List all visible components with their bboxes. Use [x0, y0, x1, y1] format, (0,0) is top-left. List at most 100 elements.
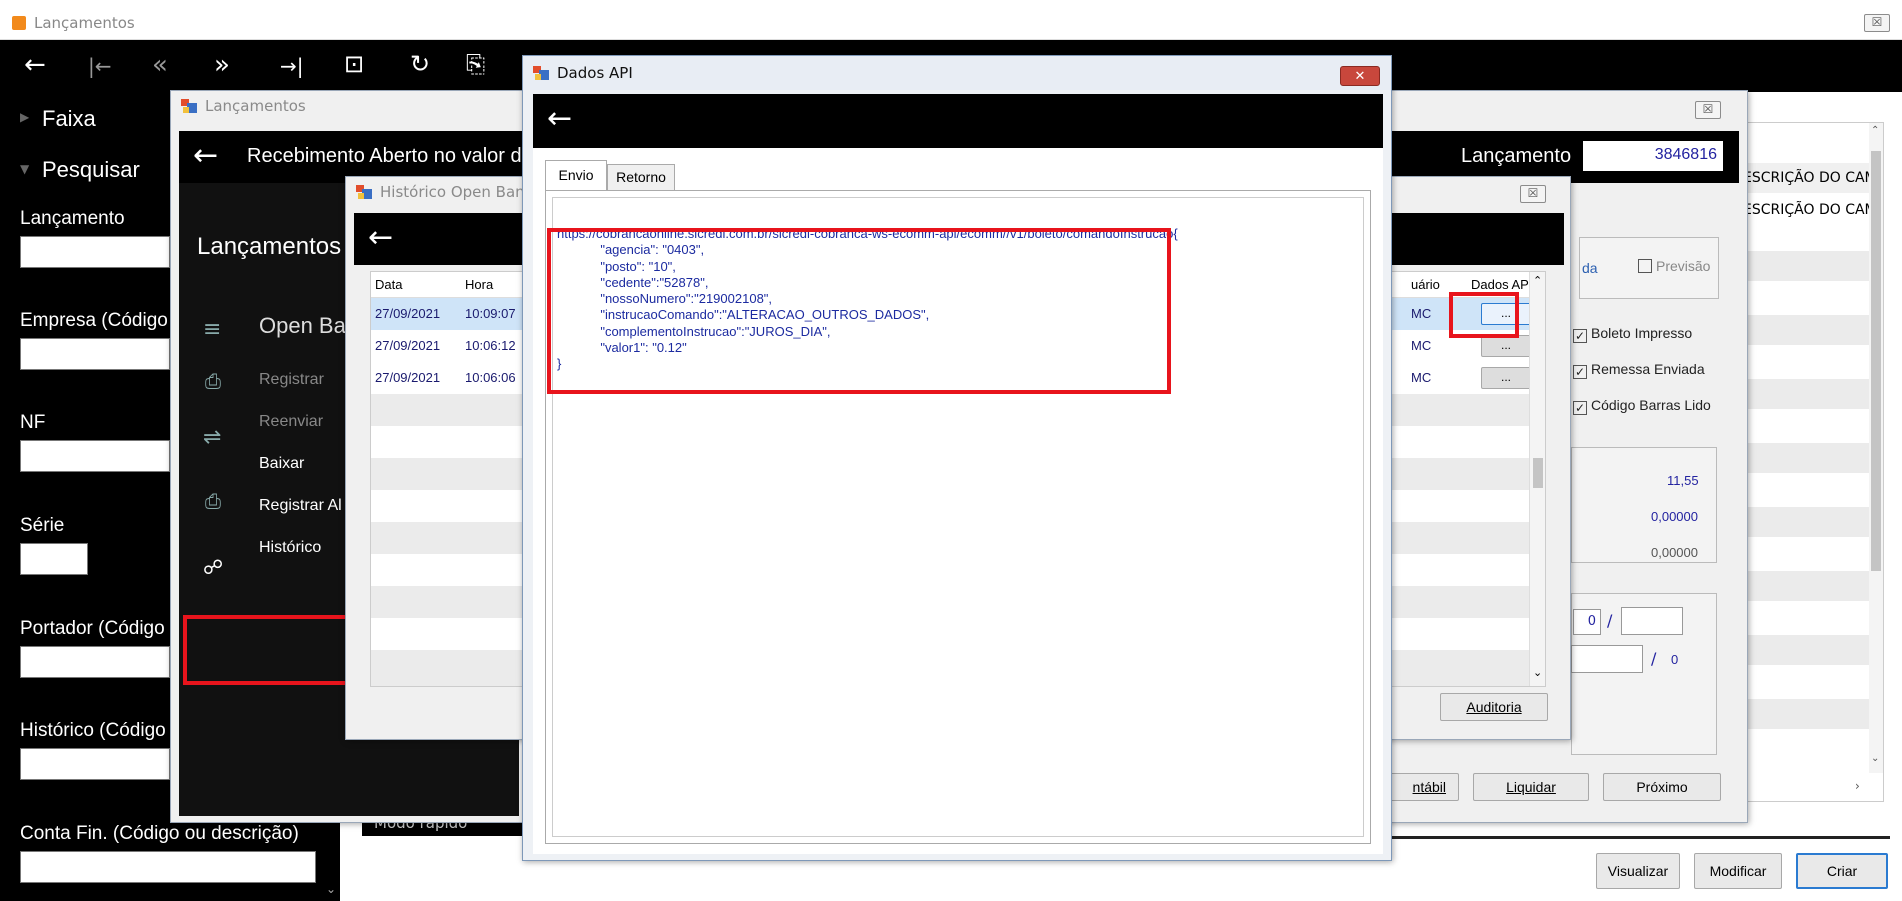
boleto-impresso-checkbox[interactable]: ✓ Boleto Impresso [1573, 325, 1692, 343]
codigo-checkbox-box[interactable]: ✓ [1573, 401, 1587, 415]
tab-retorno[interactable]: Retorno [607, 164, 675, 190]
criar-button[interactable]: Criar [1796, 853, 1888, 889]
main-close-button[interactable]: ☒ [1864, 14, 1890, 32]
grid-stripe [1743, 251, 1871, 281]
previsao-checkbox-box[interactable] [1638, 259, 1652, 273]
modificar-button[interactable]: Modificar [1694, 853, 1782, 889]
menu-registrar-alt[interactable]: Registrar Al [259, 497, 349, 515]
historico-back-icon[interactable]: ← [368, 223, 393, 253]
lancamentos-header-text: Recebimento Aberto no valor d [247, 145, 522, 167]
window-app-icon [533, 66, 549, 80]
scroll-down-icon[interactable]: ⌄ [1533, 666, 1542, 679]
pesquisar-expander[interactable]: ▼ [20, 162, 29, 176]
scroll-thumb[interactable] [1533, 458, 1543, 488]
conta-fin-search-input[interactable] [20, 851, 316, 883]
faixa-label[interactable]: Faixa [42, 106, 96, 132]
scroll-right-icon[interactable]: › [1855, 779, 1860, 793]
scroll-up-icon[interactable]: ⌃ [1533, 274, 1542, 287]
menu-hamburger-icon[interactable]: ≡ [203, 317, 221, 342]
aux-input[interactable] [1571, 645, 1643, 673]
slash-1: / [1607, 611, 1613, 630]
menu-baixar[interactable]: Baixar [259, 455, 304, 473]
grid-stripe [1743, 507, 1871, 537]
first-record-icon[interactable]: |← [88, 54, 112, 78]
dados-api-close-button[interactable]: ✕ [1340, 66, 1380, 86]
historico-search-label: Histórico (Código [20, 720, 166, 741]
previsao-label: Previsão [1656, 258, 1711, 274]
last-record-icon[interactable]: →| [280, 54, 304, 78]
empresa-label: Empresa (Código [20, 310, 168, 331]
col-usuario[interactable]: uário [1411, 277, 1440, 292]
lancamentos-back-icon[interactable]: ← [193, 141, 218, 171]
lancamentos-close-button[interactable]: ☒ [1695, 101, 1721, 119]
pesquisar-label[interactable]: Pesquisar [42, 157, 140, 183]
menu-reenviar[interactable]: Reenviar [259, 413, 323, 431]
results-grid: ESCRIÇÃO DO CAM ESCRIÇÃO DO CAM ⌃ ⌄ › [1742, 122, 1884, 802]
undo-list-icon[interactable]: ⎘ [466, 50, 485, 78]
previous-record-icon[interactable]: « [152, 50, 168, 80]
auditoria-button[interactable]: Auditoria [1440, 693, 1548, 721]
row-data: 27/09/2021 [375, 306, 441, 321]
installment-total-input[interactable] [1621, 607, 1683, 635]
remessa-enviada-checkbox[interactable]: ✓ Remessa Enviada [1573, 361, 1705, 379]
dados-api-body: Envio Retorno https://cobrancaonline.sic… [533, 148, 1383, 854]
menu-open-banking[interactable]: Open Ba [259, 313, 346, 339]
scroll-thumb[interactable] [1871, 151, 1881, 571]
dados-api-titlebar: Dados API [523, 56, 1391, 90]
remessa-label: Remessa Enviada [1591, 361, 1705, 377]
col-hora[interactable]: Hora [465, 277, 493, 292]
next-record-icon[interactable]: » [214, 50, 230, 80]
refresh-icon[interactable]: ↻ [410, 50, 430, 78]
visualizar-button[interactable]: Visualizar [1596, 853, 1680, 889]
row-user: MC [1411, 306, 1432, 321]
row-data: 27/09/2021 [375, 338, 441, 353]
value-2: 0,00000 [1651, 509, 1698, 524]
window-app-icon [356, 185, 372, 199]
menu-panel-title: Lançamentos [197, 233, 342, 260]
dados-api-back-icon[interactable]: ← [547, 104, 572, 134]
historico-search-input[interactable] [20, 748, 170, 780]
empresa-search-input[interactable] [20, 338, 170, 370]
previsao-checkbox[interactable]: Previsão [1638, 258, 1710, 274]
col-dados-api[interactable]: Dados API [1471, 277, 1532, 292]
faixa-expander[interactable]: ▶ [20, 110, 29, 124]
sidebar-scroll-down-icon[interactable]: ⌄ [326, 882, 336, 896]
slash-2: / [1651, 649, 1657, 668]
liquidar-button[interactable]: Liquidar [1473, 773, 1589, 801]
menu-registrar[interactable]: Registrar [259, 371, 324, 389]
aux-value: 0 [1671, 652, 1679, 667]
dados-api-button[interactable]: ... [1481, 335, 1531, 357]
menu-historico[interactable]: Histórico [259, 539, 321, 557]
back-arrow-icon[interactable]: ← [24, 50, 46, 80]
row-hora: 10:06:12 [465, 338, 516, 353]
nf-search-input[interactable] [20, 440, 170, 472]
historico-close-button[interactable]: ☒ [1520, 185, 1546, 203]
lancamento-value-input[interactable]: 3846816 [1583, 141, 1723, 171]
scroll-up-icon[interactable]: ⌃ [1871, 125, 1879, 136]
installment-current-input[interactable]: 0 [1573, 609, 1601, 635]
historico-scrollbar[interactable]: ⌃ ⌄ [1529, 272, 1545, 686]
tab-envio[interactable]: Envio [545, 160, 607, 190]
proximo-button[interactable]: Próximo [1603, 773, 1721, 801]
dados-api-window: Dados API ✕ ← Envio Retorno https://cobr… [522, 55, 1392, 861]
col-data[interactable]: Data [375, 277, 402, 292]
history-graph-icon: ☍ [203, 555, 224, 579]
lancamento-search-input[interactable] [20, 236, 170, 268]
remessa-checkbox-box[interactable]: ✓ [1573, 365, 1587, 379]
grid-vertical-scrollbar[interactable]: ⌃ ⌄ [1869, 123, 1883, 773]
portador-search-input[interactable] [20, 646, 170, 678]
boleto-checkbox-box[interactable]: ✓ [1573, 329, 1587, 343]
view-icon[interactable]: ⊡ [344, 50, 364, 78]
da-label: da [1582, 260, 1598, 276]
scroll-down-icon[interactable]: ⌄ [1871, 753, 1879, 764]
lancamento-field-label: Lançamento [1461, 145, 1572, 167]
row-user: MC [1411, 338, 1432, 353]
dados-api-button[interactable]: ... [1481, 367, 1531, 389]
serie-search-input[interactable] [20, 543, 88, 575]
value-3: 0,00000 [1651, 545, 1698, 560]
codigo-barras-checkbox[interactable]: ✓ Código Barras Lido [1573, 397, 1711, 415]
boleto-label: Boleto Impresso [1591, 325, 1693, 341]
main-title: Lançamentos [34, 14, 135, 32]
historico-highlight-box [183, 615, 351, 685]
value-1: 11,55 [1667, 473, 1699, 488]
